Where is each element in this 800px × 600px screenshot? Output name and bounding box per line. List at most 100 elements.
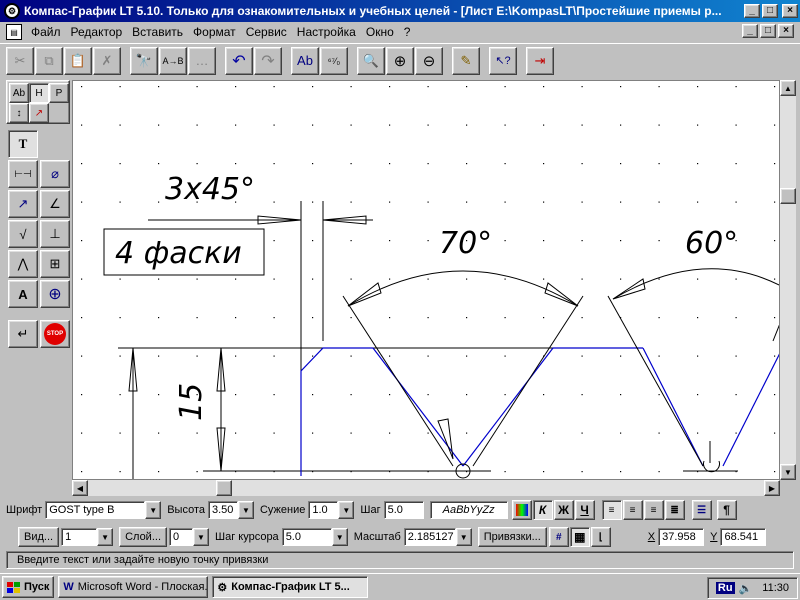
- zoom-in-icon[interactable]: ⊕: [386, 46, 414, 75]
- bold-button[interactable]: Ж: [553, 500, 574, 520]
- zoom-out-icon[interactable]: ⊖: [415, 46, 443, 75]
- delete-icon[interactable]: ✗: [93, 46, 121, 75]
- snap-button[interactable]: Привязки...: [477, 527, 547, 547]
- language-indicator[interactable]: Ru: [715, 582, 735, 594]
- font-select[interactable]: GOST type B ▼: [45, 501, 162, 519]
- paragraph-button[interactable]: ¶: [716, 500, 737, 520]
- diameter-icon[interactable]: ⌀: [40, 160, 70, 188]
- align-center-icon[interactable]: ≡: [622, 500, 643, 520]
- pencil-icon[interactable]: ✎: [452, 46, 480, 75]
- text-tool-icon[interactable]: T: [8, 130, 38, 158]
- text-align-icon[interactable]: A: [8, 280, 38, 308]
- scroll-thumb-v[interactable]: [780, 188, 796, 204]
- app-icon[interactable]: ⚙: [4, 3, 20, 19]
- exit-icon[interactable]: ⇥: [526, 46, 554, 75]
- menu-help[interactable]: ?: [399, 25, 416, 39]
- scroll-thumb-h[interactable]: [216, 480, 232, 496]
- word-icon: W: [63, 581, 74, 593]
- chevron-down-icon[interactable]: ▼: [193, 528, 209, 546]
- scissors-icon[interactable]: ✂: [6, 46, 34, 75]
- find-icon[interactable]: 🔭: [130, 46, 158, 75]
- vertical-scrollbar[interactable]: ▲ ▼: [780, 80, 796, 480]
- menu-insert[interactable]: Вставить: [127, 25, 188, 39]
- doc-restore-button[interactable]: □: [760, 24, 776, 38]
- step-input[interactable]: 5.0: [383, 501, 424, 519]
- align-right-icon[interactable]: ≡: [643, 500, 664, 520]
- task-kompas[interactable]: ⚙ Компас-График LT 5...: [212, 576, 369, 598]
- grid-icon[interactable]: ▦: [569, 527, 590, 547]
- chevron-down-icon[interactable]: ▼: [145, 501, 162, 519]
- menu-file[interactable]: Файл: [26, 25, 66, 39]
- snap-grid-icon[interactable]: #: [548, 527, 569, 547]
- leader-icon[interactable]: ⋀: [8, 250, 38, 278]
- replace-icon[interactable]: A→B: [159, 46, 187, 75]
- doc-close-button[interactable]: ×: [778, 24, 794, 38]
- drawing-svg[interactable]: 3х45° 4 фаски 70° 60° 15: [73, 81, 780, 480]
- find-next-icon[interactable]: …: [188, 46, 216, 75]
- narrow-select[interactable]: 1.0 ▼: [308, 501, 355, 519]
- minimize-button[interactable]: _: [744, 4, 760, 18]
- drawing-canvas[interactable]: 3х45° 4 фаски 70° 60° 15: [72, 80, 780, 480]
- layer-select[interactable]: 0 ▼: [169, 528, 209, 546]
- menu-window[interactable]: Окно: [361, 25, 399, 39]
- title-bar[interactable]: ⚙ Компас-График LT 5.10. Только для озна…: [0, 0, 800, 22]
- tab-geometry[interactable]: Ab: [9, 83, 29, 103]
- menu-settings[interactable]: Настройка: [292, 25, 361, 39]
- scroll-right-button[interactable]: ▶: [764, 480, 780, 496]
- ortho-icon[interactable]: ⌊: [590, 527, 611, 547]
- scale-select[interactable]: 2.185127 ▼: [403, 528, 472, 546]
- tab-edit[interactable]: P: [49, 83, 69, 103]
- table-icon[interactable]: ⊞: [40, 250, 70, 278]
- zoom-icon[interactable]: 🔍: [357, 46, 385, 75]
- redo-icon[interactable]: ↷: [254, 46, 282, 75]
- speaker-icon[interactable]: 🔈: [739, 582, 753, 595]
- menu-format[interactable]: Формат: [188, 25, 241, 39]
- layer-button[interactable]: Слой...: [119, 527, 167, 547]
- close-button[interactable]: ×: [782, 4, 798, 18]
- copy-icon[interactable]: ⧉: [35, 46, 63, 75]
- start-button[interactable]: Пуск: [2, 576, 55, 598]
- base-icon[interactable]: ⊥: [40, 220, 70, 248]
- italic-button[interactable]: К: [532, 500, 553, 520]
- scroll-up-button[interactable]: ▲: [780, 80, 796, 96]
- tab-measure-icon[interactable]: ↕: [9, 103, 29, 123]
- color-icon[interactable]: [511, 500, 532, 520]
- align-left-icon[interactable]: ≡: [601, 500, 622, 520]
- chevron-down-icon[interactable]: ▼: [97, 528, 114, 546]
- scroll-down-button[interactable]: ▼: [780, 464, 796, 480]
- menu-edit[interactable]: Редактор: [66, 25, 128, 39]
- symbol-icon[interactable]: ⁶⁷⁄₀: [320, 46, 348, 75]
- task-word[interactable]: W Microsoft Word - Плоская...: [58, 576, 209, 598]
- enter-icon[interactable]: ↵: [8, 320, 38, 348]
- stop-icon[interactable]: STOP: [40, 320, 70, 348]
- tab-dimensions[interactable]: H: [29, 83, 49, 103]
- tab-select-icon[interactable]: ↗: [29, 103, 49, 123]
- roughness-icon[interactable]: √: [8, 220, 38, 248]
- spellcheck-icon[interactable]: Ab: [291, 46, 319, 75]
- undo-icon[interactable]: ↶: [225, 46, 253, 75]
- menu-service[interactable]: Сервис: [241, 25, 292, 39]
- chevron-down-icon[interactable]: ▼: [455, 528, 472, 546]
- align-justify-icon[interactable]: ≣: [664, 500, 685, 520]
- crosshair-icon[interactable]: ⊕: [40, 280, 70, 308]
- chevron-down-icon[interactable]: ▼: [331, 528, 348, 546]
- maximize-button[interactable]: □: [762, 4, 778, 18]
- view-button[interactable]: Вид...: [18, 527, 60, 547]
- chevron-down-icon[interactable]: ▼: [237, 501, 254, 519]
- angle-dimension-icon[interactable]: ∠: [40, 190, 70, 218]
- radius-icon[interactable]: ↗: [8, 190, 38, 218]
- view-select[interactable]: 1 ▼: [61, 528, 114, 546]
- paste-icon[interactable]: 📋: [64, 46, 92, 75]
- scroll-left-button[interactable]: ◀: [72, 480, 88, 496]
- linear-dimension-icon[interactable]: ⊢⊣: [8, 160, 38, 188]
- list-icon[interactable]: ☰: [691, 500, 712, 520]
- horizontal-scrollbar[interactable]: ◀ ▶: [72, 480, 780, 496]
- text-format-bar: Шрифт GOST type B ▼ Высота 3.50 ▼ Сужени…: [0, 498, 800, 522]
- chevron-down-icon[interactable]: ▼: [338, 501, 355, 519]
- doc-minimize-button[interactable]: _: [742, 24, 758, 38]
- document-icon[interactable]: ▤: [6, 24, 22, 40]
- cursor-step-select[interactable]: 5.0 ▼: [281, 528, 348, 546]
- height-select[interactable]: 3.50 ▼: [207, 501, 254, 519]
- help-pointer-icon[interactable]: ↖?: [489, 46, 517, 75]
- underline-button[interactable]: Ч: [574, 500, 595, 520]
